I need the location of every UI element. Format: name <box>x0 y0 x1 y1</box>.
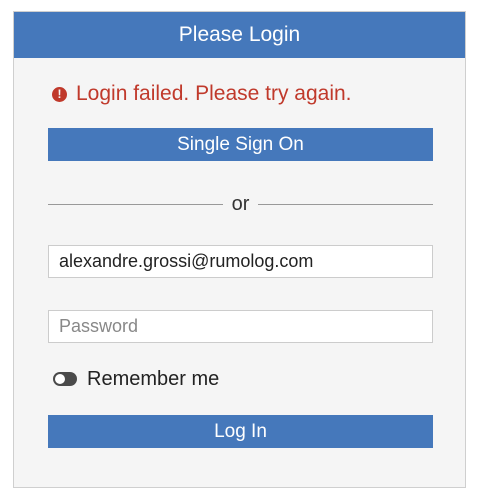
error-message: ! Login failed. Please try again. <box>52 79 352 109</box>
password-field[interactable] <box>48 310 433 343</box>
login-panel: Please Login ! Login failed. Please try … <box>13 11 466 488</box>
exclamation-circle-icon: ! <box>52 86 67 102</box>
error-text: Login failed. Please try again. <box>76 82 352 105</box>
single-sign-on-button[interactable]: Single Sign On <box>48 128 433 161</box>
divider-text: or <box>231 192 250 215</box>
toggle-switch-icon[interactable] <box>53 372 77 386</box>
divider-line-left <box>48 203 223 205</box>
toggle-knob <box>55 374 65 384</box>
or-divider: or <box>48 190 434 218</box>
email-field[interactable] <box>48 245 433 278</box>
log-in-button[interactable]: Log In <box>48 415 433 448</box>
remember-me-label: Remember me <box>87 367 220 390</box>
remember-me-toggle[interactable]: Remember me <box>53 364 219 394</box>
divider-line-right <box>258 203 434 205</box>
panel-title: Please Login <box>14 12 465 58</box>
